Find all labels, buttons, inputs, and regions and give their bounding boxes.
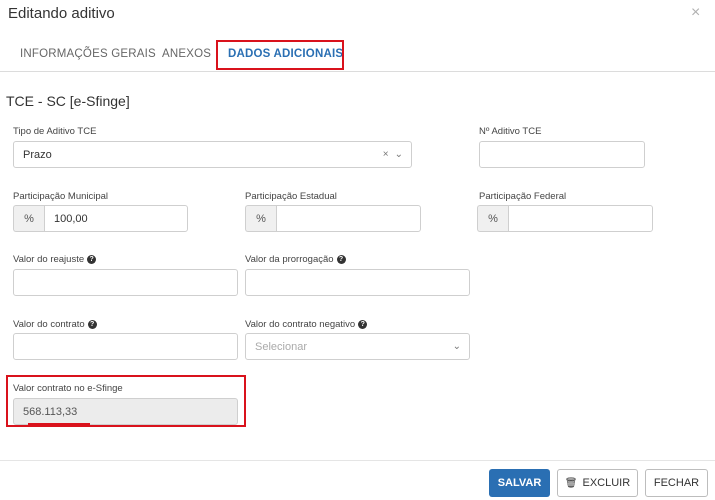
tab-informacoes-gerais[interactable]: INFORMAÇÕES GERAIS (20, 48, 156, 60)
numero-aditivo-label-text: Nº Aditivo TCE (479, 126, 542, 137)
participacao-estadual-label: Participação Estadual (245, 191, 337, 202)
delete-button-label: EXCLUIR (582, 477, 631, 489)
tipo-aditivo-select[interactable]: Prazo × ⌄ (13, 141, 412, 168)
tipo-aditivo-value: Prazo (23, 148, 52, 161)
numero-aditivo-label: Nº Aditivo TCE (479, 126, 541, 137)
valor-reajuste-input[interactable] (13, 269, 238, 296)
help-icon[interactable]: ? (358, 320, 368, 329)
tabs-divider (0, 71, 715, 72)
tab-anexos[interactable]: ANEXOS (162, 48, 211, 60)
valor-contrato-negativo-select[interactable]: Selecionar ⌄ (245, 333, 470, 360)
valor-contrato-label: Valor do contrato ? (13, 319, 97, 330)
valor-contrato-label-text: Valor do contrato (13, 319, 85, 330)
select-controls: × ⌄ (383, 142, 403, 167)
participacao-estadual-input[interactable] (276, 205, 421, 232)
participacao-municipal-label: Participação Municipal (13, 191, 108, 202)
valor-reajuste-label: Valor do reajuste ? (13, 254, 97, 265)
tipo-aditivo-label: Tipo de Aditivo TCE (13, 126, 96, 137)
valor-contrato-esfinge-value: 568.113,33 (23, 405, 78, 418)
save-button[interactable]: SALVAR (489, 469, 550, 497)
section-title: TCE - SC [e-Sfinge] (6, 93, 130, 109)
numero-aditivo-input[interactable] (479, 141, 645, 168)
tipo-aditivo-label-text: Tipo de Aditivo TCE (13, 126, 97, 137)
participacao-municipal-label-text: Participação Municipal (13, 191, 109, 202)
help-icon[interactable]: ? (87, 320, 97, 329)
valor-contrato-esfinge-input: 568.113,33 (13, 398, 238, 425)
valor-reajuste-label-text: Valor do reajuste (13, 254, 85, 265)
save-button-label: SALVAR (497, 477, 542, 489)
participacao-federal-label-text: Participação Federal (479, 191, 567, 202)
valor-contrato-esfinge-label-text: Valor contrato no e-Sfinge (13, 383, 123, 394)
participacao-federal-label: Participação Federal (479, 191, 566, 202)
footer-divider (0, 460, 715, 461)
participacao-federal-input[interactable] (508, 205, 653, 232)
percent-addon: % (477, 205, 508, 232)
chevron-down-icon[interactable]: ⌄ (453, 341, 461, 352)
valor-contrato-input[interactable] (13, 333, 238, 360)
percent-addon: % (245, 205, 276, 232)
valor-contrato-esfinge-label: Valor contrato no e-Sfinge (13, 383, 123, 394)
modal-title: Editando aditivo (8, 5, 115, 22)
tab-highlight-box (216, 40, 344, 70)
trash-icon: 🗑 (564, 477, 578, 489)
participacao-estadual-label-text: Participação Estadual (245, 191, 337, 202)
participacao-municipal-input[interactable]: 100,00 (44, 205, 188, 232)
valor-contrato-negativo-placeholder: Selecionar (255, 340, 307, 353)
select-controls: ⌄ (453, 334, 461, 359)
participacao-municipal-value: 100,00 (54, 212, 88, 225)
help-icon[interactable]: ? (87, 255, 97, 264)
close-icon[interactable]: × (691, 5, 707, 21)
clear-icon[interactable]: × (383, 149, 389, 160)
delete-button[interactable]: 🗑 EXCLUIR (557, 469, 638, 497)
close-button[interactable]: FECHAR (645, 469, 708, 497)
close-button-label: FECHAR (653, 477, 700, 489)
chevron-down-icon[interactable]: ⌄ (395, 149, 403, 160)
valor-prorrogacao-label-text: Valor da prorrogação (245, 254, 334, 265)
highlight-underline (28, 423, 90, 425)
help-icon[interactable]: ? (336, 255, 346, 264)
valor-prorrogacao-label: Valor da prorrogação ? (245, 254, 346, 265)
valor-contrato-negativo-label: Valor do contrato negativo ? (245, 319, 368, 330)
percent-addon: % (13, 205, 44, 232)
valor-contrato-negativo-label-text: Valor do contrato negativo (245, 319, 356, 330)
valor-prorrogacao-input[interactable] (245, 269, 470, 296)
